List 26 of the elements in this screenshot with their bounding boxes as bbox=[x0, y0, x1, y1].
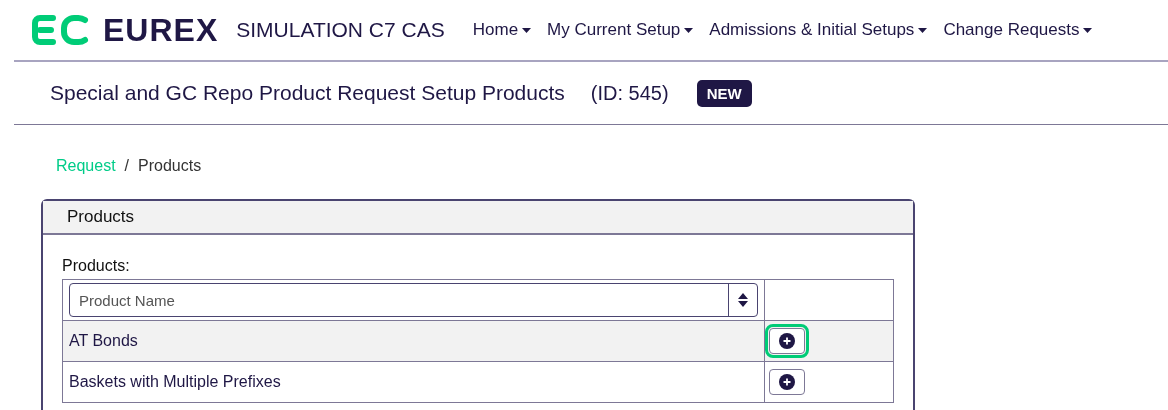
plus-circle-icon bbox=[778, 374, 795, 390]
product-name: AT Bonds bbox=[69, 332, 138, 349]
sort-icon bbox=[737, 293, 748, 307]
plus-circle-icon bbox=[778, 333, 795, 349]
logo-icon bbox=[31, 14, 89, 46]
caret-icon bbox=[1083, 27, 1093, 33]
caret-icon bbox=[522, 27, 532, 33]
nav-menu-item[interactable]: Admissions & Initial Setups bbox=[709, 20, 928, 40]
breadcrumb-current: Products bbox=[138, 157, 202, 176]
breadcrumb-separator: / bbox=[124, 157, 130, 176]
caret-icon bbox=[684, 27, 694, 33]
nav-menu-item[interactable]: My Current Setup bbox=[547, 20, 694, 40]
field-label: Products: bbox=[62, 257, 131, 275]
add-button[interactable] bbox=[768, 369, 805, 395]
environment-label: SIMULATION C7 CAS bbox=[236, 18, 445, 42]
card-title: Products bbox=[67, 207, 135, 226]
product-name: Baskets with Multiple Prefixes bbox=[69, 373, 281, 390]
product-name-field[interactable]: Product Name bbox=[69, 283, 758, 317]
caret-icon bbox=[918, 27, 928, 33]
brand-name: EUREX bbox=[103, 11, 219, 49]
nav-menu-item[interactable]: Home bbox=[472, 20, 532, 40]
request-id: (ID: 545) bbox=[590, 81, 669, 105]
page-title: Special and GC Repo Product Request Setup Products bbox=[50, 81, 565, 105]
nav-menu-item[interactable]: Change Requests bbox=[943, 20, 1093, 40]
status-badge: NEW bbox=[696, 79, 752, 107]
product-row[interactable]: AT Bonds bbox=[62, 320, 894, 362]
